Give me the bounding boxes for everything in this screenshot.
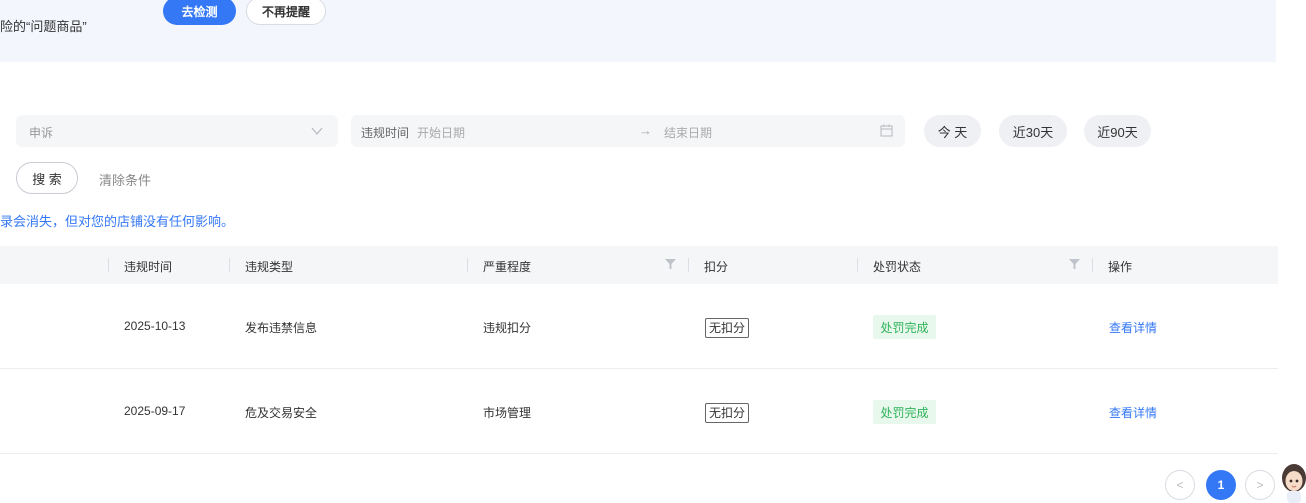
view-details-link[interactable]: 查看详情 <box>1109 404 1157 421</box>
violation-type-cell: 危及交易安全 <box>245 406 318 420</box>
status-badge: 处罚完成 <box>873 315 936 339</box>
column-divider <box>229 258 230 272</box>
column-divider <box>688 258 689 272</box>
detect-button[interactable]: 去检测 <box>163 0 236 25</box>
appeal-select[interactable]: 申诉 <box>16 115 338 147</box>
column-actions: 操作 <box>1108 260 1133 274</box>
violation-time-cell: 2025-10-13 <box>124 319 186 333</box>
last-90-days-button[interactable]: 近90天 <box>1084 115 1151 147</box>
start-date-input[interactable]: 开始日期 <box>417 124 465 141</box>
calendar-icon[interactable] <box>880 124 893 137</box>
appeal-select-value: 申诉 <box>29 126 54 140</box>
column-deduction: 扣分 <box>704 260 729 274</box>
dismiss-reminder-button[interactable]: 不再提醒 <box>246 0 326 25</box>
table-row: 2025-10-13 发布违禁信息 违规扣分 无扣分 处罚完成 查看详情 <box>0 284 1278 369</box>
column-violation-type: 违规类型 <box>245 260 294 274</box>
violation-type-cell: 发布违禁信息 <box>245 321 318 335</box>
banner-text: 险的“问题商品” <box>0 19 87 34</box>
filter-icon[interactable] <box>1069 259 1080 269</box>
violation-time-cell: 2025-09-17 <box>124 404 186 418</box>
column-penalty-status: 处罚状态 <box>873 260 922 274</box>
column-divider <box>1092 258 1093 272</box>
severity-cell: 违规扣分 <box>483 321 532 335</box>
assistant-avatar-icon[interactable] <box>1278 458 1306 503</box>
status-badge: 处罚完成 <box>873 400 936 424</box>
date-range-label: 违规时间 <box>361 126 410 140</box>
deduction-tag: 无扣分 <box>705 318 750 338</box>
notice-text: 录会消失，但对您的店铺没有任何影响。 <box>0 214 235 229</box>
view-details-link[interactable]: 查看详情 <box>1109 319 1157 336</box>
column-severity: 严重程度 <box>483 260 532 274</box>
column-violation-time: 违规时间 <box>124 260 173 274</box>
end-date-input[interactable]: 结束日期 <box>664 124 712 141</box>
deduction-tag: 无扣分 <box>705 403 750 423</box>
chevron-down-icon <box>311 127 323 135</box>
severity-cell: 市场管理 <box>483 406 532 420</box>
table-row: 2025-09-17 危及交易安全 市场管理 无扣分 处罚完成 查看详情 <box>0 369 1278 454</box>
next-page-button[interactable]: > <box>1245 470 1275 500</box>
filter-icon[interactable] <box>665 259 676 269</box>
previous-page-button[interactable]: < <box>1165 470 1195 500</box>
date-range-separator: → <box>639 123 652 138</box>
column-divider <box>467 258 468 272</box>
today-button[interactable]: 今 天 <box>924 115 981 147</box>
column-divider <box>857 258 858 272</box>
table-header: 违规时间 违规类型 严重程度 扣分 处罚状态 操作 <box>0 246 1278 284</box>
current-page-button[interactable]: 1 <box>1206 470 1236 500</box>
violation-date-range[interactable]: 违规时间 开始日期 → 结束日期 <box>351 115 905 147</box>
search-button[interactable]: 搜 索 <box>16 162 78 194</box>
clear-filters-button[interactable]: 清除条件 <box>99 170 151 189</box>
column-divider <box>108 258 109 272</box>
last-30-days-button[interactable]: 近30天 <box>999 115 1067 147</box>
